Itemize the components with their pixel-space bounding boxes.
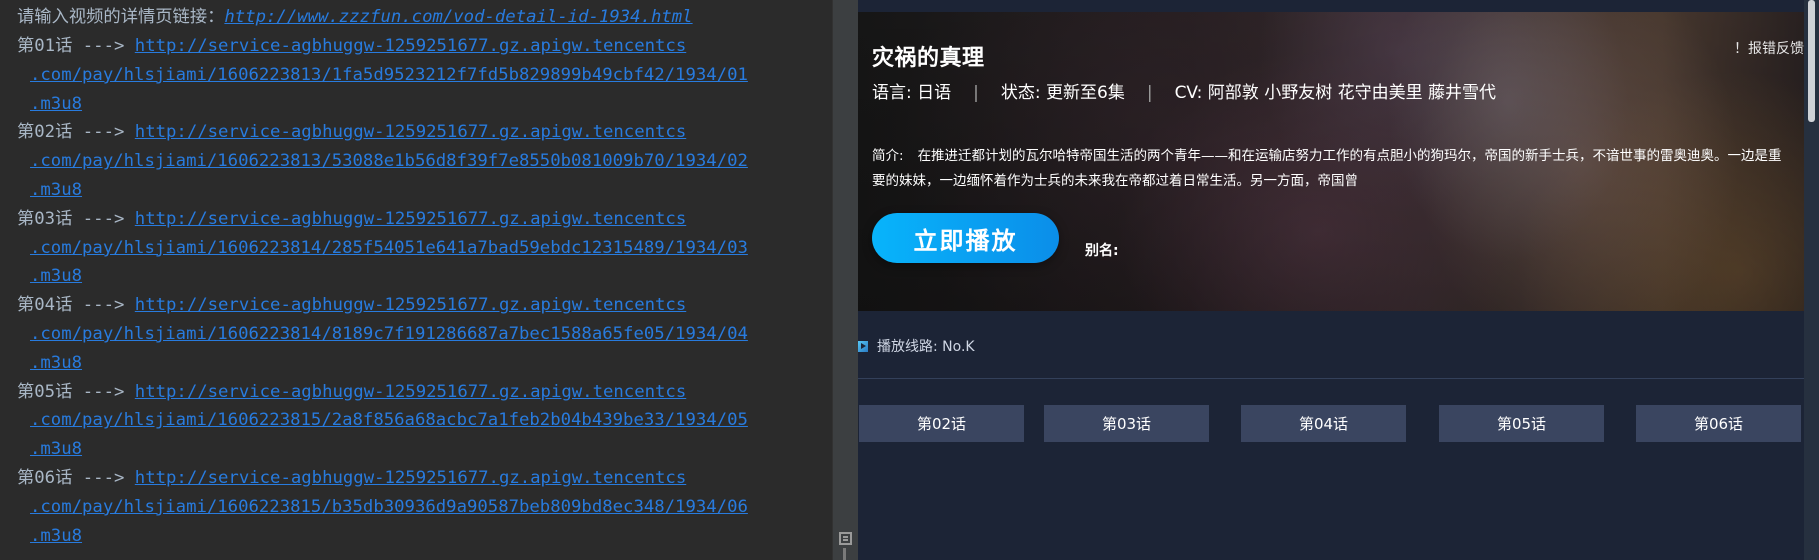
episode-url-link[interactable]: .com/pay/hlsjiami/1606223814/8189c7f1912… [30,324,748,344]
alias-label: 别名: [1085,243,1119,259]
synopsis-label: 简介: [872,148,904,164]
episode-url-link[interactable]: http://service-agbhuggw-1259251677.gz.ap… [135,468,686,488]
episode-line: 第01话 ---> http://service-agbhuggw-125925… [17,32,686,61]
episode-url-continuation: .com/pay/hlsjiami/1606223815/b35db30936d… [30,493,748,522]
play-now-button[interactable]: 立即播放 [872,213,1059,263]
meta-separator: | [1146,83,1153,103]
synopsis-text: 在推进迁都计划的瓦尔哈特帝国生活的两个青年——和在运输店努力工作的有点胆小的狗玛… [872,148,1782,189]
language-info: 语言: 日语 [872,83,952,103]
episode-url-link[interactable]: .m3u8 [30,266,82,286]
episode-url-continuation: .m3u8 [30,435,82,464]
episode-prefix: 第03话 ---> [17,208,135,229]
video-title: 灾祸的真理 [872,46,985,71]
episode-url-link[interactable]: .m3u8 [30,94,82,114]
detail-url-link[interactable]: http://www.zzzfun.com/vod-detail-id-1934… [224,7,692,27]
episode-url-link[interactable]: .com/pay/hlsjiami/1606223814/285f54051e6… [30,238,748,258]
episode-url-link[interactable]: .com/pay/hlsjiami/1606223815/2a8f856a68a… [30,410,748,430]
episode-url-link[interactable]: .com/pay/hlsjiami/1606223815/b35db30936d… [30,497,748,517]
meta-separator: | [973,83,979,103]
episode-prefix: 第04话 ---> [17,295,135,316]
console-output-panel: 请输入视频的详情页链接：http://www.zzzfun.com/vod-de… [0,0,832,560]
divider [858,378,1804,379]
episode-url-link[interactable]: http://service-agbhuggw-1259251677.gz.ap… [135,209,686,229]
episode-prefix: 第05话 ---> [17,381,135,402]
episode-button-02[interactable]: 第02话 [859,405,1024,442]
episode-prefix: 第02话 ---> [17,122,135,143]
layout-icon[interactable] [839,532,852,545]
episode-url-continuation: .com/pay/hlsjiami/1606223814/8189c7f1912… [30,320,748,349]
episode-url-link[interactable]: .m3u8 [30,353,82,373]
synopsis: 简介: 在推进迁都计划的瓦尔哈特帝国生活的两个青年——和在运输店努力工作的有点胆小… [872,144,1792,194]
episode-url-link[interactable]: .com/pay/hlsjiami/1606223813/1fa5d952321… [30,65,748,85]
console-side-gutter [832,0,858,560]
episode-line: 第03话 ---> http://service-agbhuggw-125925… [17,205,686,234]
episode-button-04[interactable]: 第04话 [1241,405,1406,442]
play-source[interactable]: 播放线路: No.K [858,336,975,356]
episode-button-06[interactable]: 第06话 [1636,405,1801,442]
episode-url-continuation: .m3u8 [30,176,82,205]
report-error-link[interactable]: ！报错反馈 [1734,38,1804,58]
episode-prefix: 第01话 ---> [17,36,135,56]
episode-url-link[interactable]: http://service-agbhuggw-1259251677.gz.ap… [135,382,686,402]
episode-line: 第02话 ---> http://service-agbhuggw-125925… [17,118,686,147]
status-info: 状态: 更新至6集 [1000,83,1125,103]
episode-url-link[interactable]: .m3u8 [30,439,82,459]
console-prompt: 请输入视频的详情页链接： [17,7,225,27]
episode-line: 第06话 ---> http://service-agbhuggw-125925… [17,464,686,493]
episode-url-link[interactable]: .com/pay/hlsjiami/1606223813/53088e1b56d… [30,151,748,171]
episode-button-03[interactable]: 第03话 [1044,405,1209,442]
scrollbar-thumb[interactable] [1808,0,1815,122]
play-source-icon [858,340,868,352]
hero-banner: 灾祸的真理 ！报错反馈 语言: 日语 | 状态: 更新至6集 | CV: 阿部敦 小野友… [858,12,1804,311]
episode-url-continuation: .m3u8 [30,262,82,291]
gutter-marker [843,548,846,560]
episode-url-link[interactable]: http://service-agbhuggw-1259251677.gz.ap… [135,122,686,142]
episode-line: 第04话 ---> http://service-agbhuggw-125925… [17,291,686,320]
video-meta: 语言: 日语 | 状态: 更新至6集 | CV: 阿部敦 小野友树 花守由美里 藤井雪代 [872,78,1496,103]
episode-url-link[interactable]: .m3u8 [30,180,82,200]
episode-url-link[interactable]: http://service-agbhuggw-1259251677.gz.ap… [135,295,686,315]
episode-url-continuation: .com/pay/hlsjiami/1606223813/1fa5d952321… [30,61,748,90]
episode-url-continuation: .m3u8 [30,349,82,378]
video-detail-page: 灾祸的真理 ！报错反馈 语言: 日语 | 状态: 更新至6集 | CV: 阿部敦 小野友… [858,0,1819,560]
episode-button-05[interactable]: 第05话 [1439,405,1604,442]
episode-url-continuation: .com/pay/hlsjiami/1606223814/285f54051e6… [30,234,748,263]
episode-line: 第05话 ---> http://service-agbhuggw-125925… [17,378,686,407]
play-source-label: 播放线路: No.K [877,339,975,355]
episode-url-continuation: .m3u8 [30,90,82,119]
episode-url-link[interactable]: http://service-agbhuggw-1259251677.gz.ap… [135,36,686,56]
episode-url-continuation: .m3u8 [30,522,82,551]
episode-url-continuation: .com/pay/hlsjiami/1606223813/53088e1b56d… [30,147,748,176]
cv-info: CV: 阿部敦 小野友树 花守由美里 藤井雪代 [1174,83,1497,103]
episode-prefix: 第06话 ---> [17,468,135,488]
console-prompt-line: 请输入视频的详情页链接：http://www.zzzfun.com/vod-de… [17,3,693,32]
episode-url-link[interactable]: .m3u8 [30,526,82,546]
episode-url-continuation: .com/pay/hlsjiami/1606223815/2a8f856a68a… [30,406,748,435]
